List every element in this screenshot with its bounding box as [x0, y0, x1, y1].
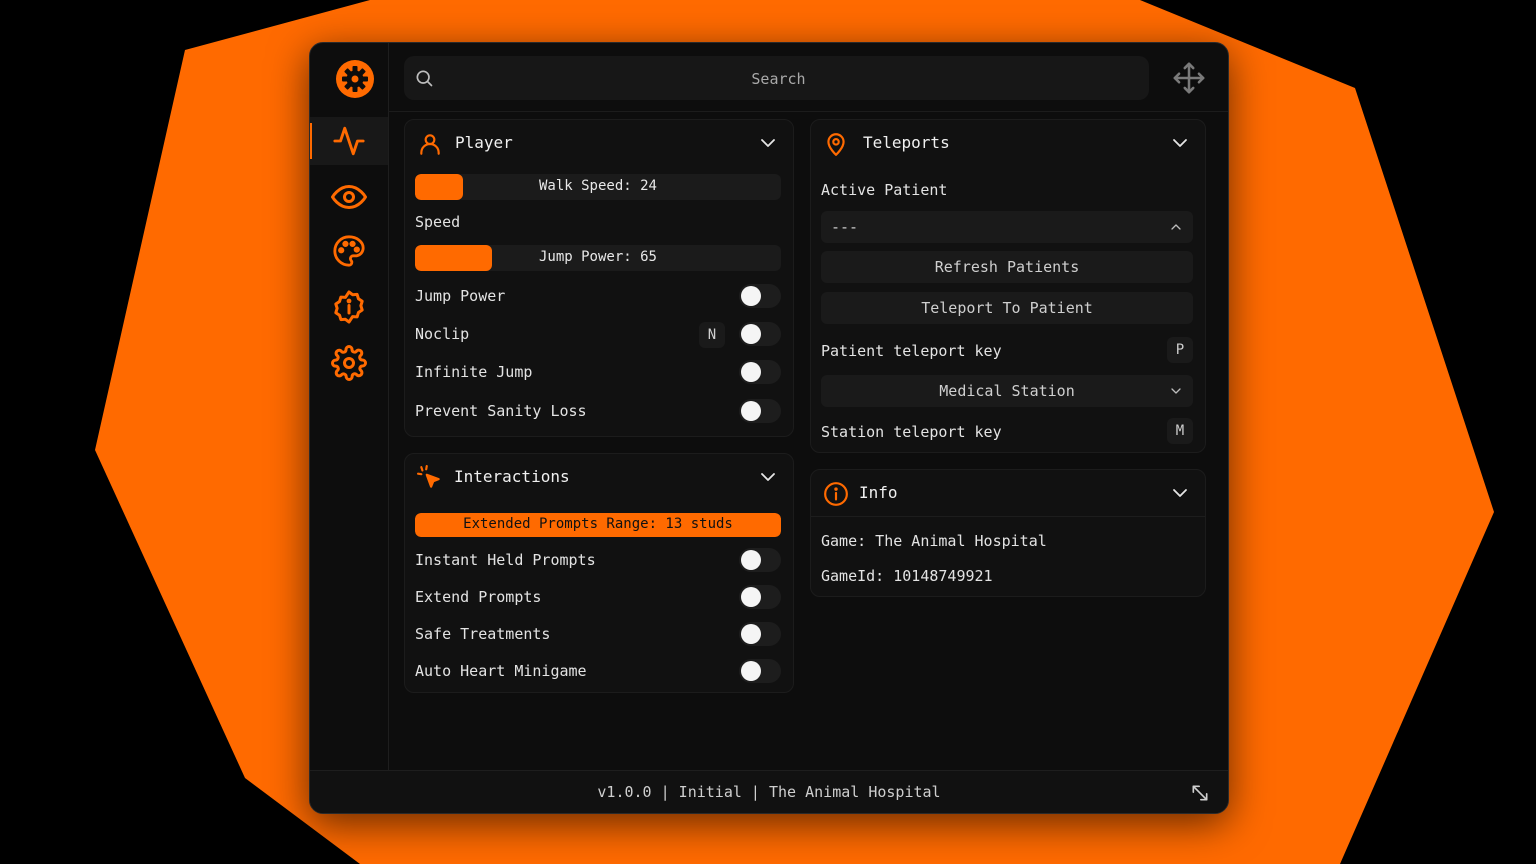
toggle-label-extend-prompts: Extend Prompts [415, 588, 542, 606]
toggle-label-instant-held-prompts: Instant Held Prompts [415, 551, 596, 569]
chevron-down-icon[interactable] [1169, 134, 1191, 152]
info-divider [811, 516, 1205, 517]
sidebar-item-theme[interactable] [310, 227, 388, 275]
info-card-header[interactable]: Info [811, 470, 1205, 516]
sidebar-item-visuals[interactable] [310, 173, 388, 221]
station-teleport-key-label: Station teleport key [821, 423, 1002, 441]
user-icon [420, 134, 440, 155]
footer-version-text: v1.0.0 | Initial | The Animal Hospital [597, 783, 941, 801]
chevron-down-icon [1171, 388, 1181, 394]
toggle-knob [741, 324, 761, 344]
chevron-down-icon[interactable] [1169, 484, 1191, 502]
interactions-card: Interactions Extended Prompts Range: 13 … [404, 453, 794, 693]
move-icon[interactable] [1172, 61, 1206, 95]
toggle-label-noclip: Noclip [415, 325, 470, 343]
sidebar-item-settings[interactable] [310, 339, 388, 387]
info-badge-icon [334, 290, 364, 324]
jump-power-toggle[interactable] [739, 284, 781, 308]
sidebar-item-info[interactable] [310, 283, 388, 331]
teleports-card-title: Teleports [863, 133, 950, 152]
noclip-toggle[interactable] [739, 322, 781, 346]
info-game-id: GameId: 10148749921 [821, 567, 993, 585]
toggle-knob [741, 661, 761, 681]
active-patient-dropdown[interactable]: --- [821, 211, 1193, 243]
prompts-range-slider[interactable]: Extended Prompts Range: 13 studs [415, 513, 781, 537]
eye-icon [331, 185, 367, 209]
safe-treatments-toggle[interactable] [739, 622, 781, 646]
chevron-down-icon[interactable] [757, 134, 779, 152]
info-card-title: Info [859, 483, 898, 502]
toggle-knob [741, 624, 761, 644]
toggle-label-jump-power: Jump Power [415, 287, 506, 305]
interactions-card-title: Interactions [454, 467, 570, 486]
toggle-knob [741, 550, 761, 570]
toggle-label-auto-heart-minigame: Auto Heart Minigame [415, 662, 587, 680]
map-pin-icon [827, 133, 845, 156]
chevron-down-icon[interactable] [757, 468, 779, 486]
toggle-label-infinite-jump: Infinite Jump [415, 363, 533, 381]
sidebar-item-main[interactable] [310, 117, 388, 165]
prevent-sanity-loss-toggle[interactable] [739, 399, 781, 423]
info-icon [824, 482, 848, 506]
player-card-header[interactable]: Player [405, 120, 793, 166]
toggle-knob [741, 401, 761, 421]
prompts-range-label: Extended Prompts Range: 13 studs [463, 516, 733, 532]
footer: v1.0.0 | Initial | The Animal Hospital [310, 770, 1228, 813]
player-card: Player Walk Speed: 24 Speed Jump Power: … [404, 119, 794, 437]
toggle-knob [741, 286, 761, 306]
station-value: Medical Station [939, 382, 1075, 400]
teleports-card: Teleports Active Patient --- Refresh Pat… [810, 119, 1206, 453]
gear-icon [331, 345, 367, 381]
active-patient-label: Active Patient [821, 181, 948, 199]
app-window: Player Walk Speed: 24 Speed Jump Power: … [309, 42, 1229, 814]
palette-icon [333, 235, 365, 267]
logo-gear-icon [336, 60, 374, 98]
jump-power-label: Jump Power: 65 [538, 249, 657, 265]
teleport-to-patient-button[interactable]: Teleport To Patient [821, 292, 1193, 324]
chevron-up-icon [1171, 224, 1181, 230]
walk-speed-slider[interactable]: Walk Speed: 24 [415, 174, 781, 200]
patient-teleport-keybind[interactable]: P [1167, 337, 1193, 363]
infinite-jump-toggle[interactable] [739, 360, 781, 384]
jump-power-slider[interactable]: Jump Power: 65 [415, 245, 781, 271]
patient-teleport-key-label: Patient teleport key [821, 342, 1002, 360]
teleports-card-header[interactable]: Teleports [811, 120, 1205, 166]
station-teleport-keybind[interactable]: M [1167, 418, 1193, 444]
active-patient-value: --- [831, 218, 859, 236]
auto-heart-minigame-toggle[interactable] [739, 659, 781, 683]
info-card: Info Game: The Animal Hospital GameId: 1… [810, 469, 1206, 597]
instant-held-prompts-toggle[interactable] [739, 548, 781, 572]
search-input[interactable] [404, 56, 1153, 102]
search-box[interactable] [404, 56, 1153, 102]
toggle-knob [741, 587, 761, 607]
sidebar [310, 43, 389, 771]
interactions-card-header[interactable]: Interactions [405, 454, 793, 500]
info-game: Game: The Animal Hospital [821, 532, 1047, 550]
toggle-label-safe-treatments: Safe Treatments [415, 625, 551, 643]
resize-icon[interactable] [1190, 783, 1210, 803]
top-bar [388, 43, 1228, 112]
speed-label: Speed [415, 213, 461, 231]
player-card-title: Player [455, 133, 513, 152]
toggle-knob [741, 362, 761, 382]
refresh-patients-button[interactable]: Refresh Patients [821, 251, 1193, 283]
station-dropdown[interactable]: Medical Station [821, 375, 1193, 407]
cursor-click-icon [417, 465, 440, 488]
activity-icon [333, 126, 365, 156]
extend-prompts-toggle[interactable] [739, 585, 781, 609]
noclip-keybind[interactable]: N [699, 322, 725, 348]
walk-speed-label: Walk Speed: 24 [538, 178, 657, 194]
toggle-label-prevent-sanity-loss: Prevent Sanity Loss [415, 402, 587, 420]
